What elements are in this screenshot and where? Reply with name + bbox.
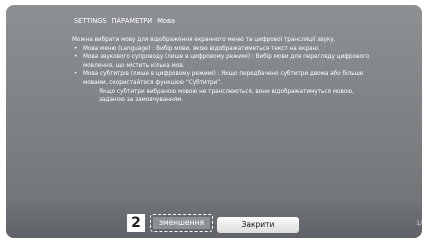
footer-bar: 1/ — [6, 206, 422, 238]
bullet-icon: • — [74, 45, 78, 52]
page-subtitle: Мова — [157, 17, 175, 25]
list-item-text: Мова меню (Language) : Вибір мови, якою … — [83, 45, 320, 52]
intro-text: Можна вибрати мову для відображення екра… — [72, 37, 336, 43]
list-item: • Мова субтитрів (лише в цифровому режим… — [72, 70, 372, 87]
bullet-icon: • — [74, 71, 78, 78]
help-screen: SETTINGS ПАРАМЕТРИ Мова Можна вибрати мову… — [6, 5, 422, 238]
reduce-button[interactable]: зменшення — [150, 214, 213, 232]
section-label: SETTINGS — [74, 17, 107, 25]
bullet-icon: • — [74, 54, 78, 61]
list-item-text: Мова субтитрів (лише в цифровому режимі)… — [83, 71, 364, 86]
page-title: ПАРАМЕТРИ — [111, 17, 153, 25]
page-indicator: 1/ — [416, 220, 422, 227]
reduce-button-label: зменшення — [153, 217, 210, 229]
list-item-text: Мова звукового супроводу (лише в цифрово… — [83, 54, 370, 69]
list-item: • Мова звукового супроводу (лише в цифро… — [72, 53, 372, 70]
step-number-badge: 2 — [127, 214, 145, 232]
help-text: Можна вибрати мову для відображення екра… — [72, 36, 372, 105]
page-header: SETTINGS ПАРАМЕТРИ Мова — [74, 17, 175, 25]
note-text: Якщо субтитри вибраною мовою не транслюю… — [99, 88, 354, 104]
list-item: • Мова меню (Language) : Вибір мови, яко… — [72, 45, 372, 54]
close-button[interactable]: Закрити — [217, 217, 299, 233]
